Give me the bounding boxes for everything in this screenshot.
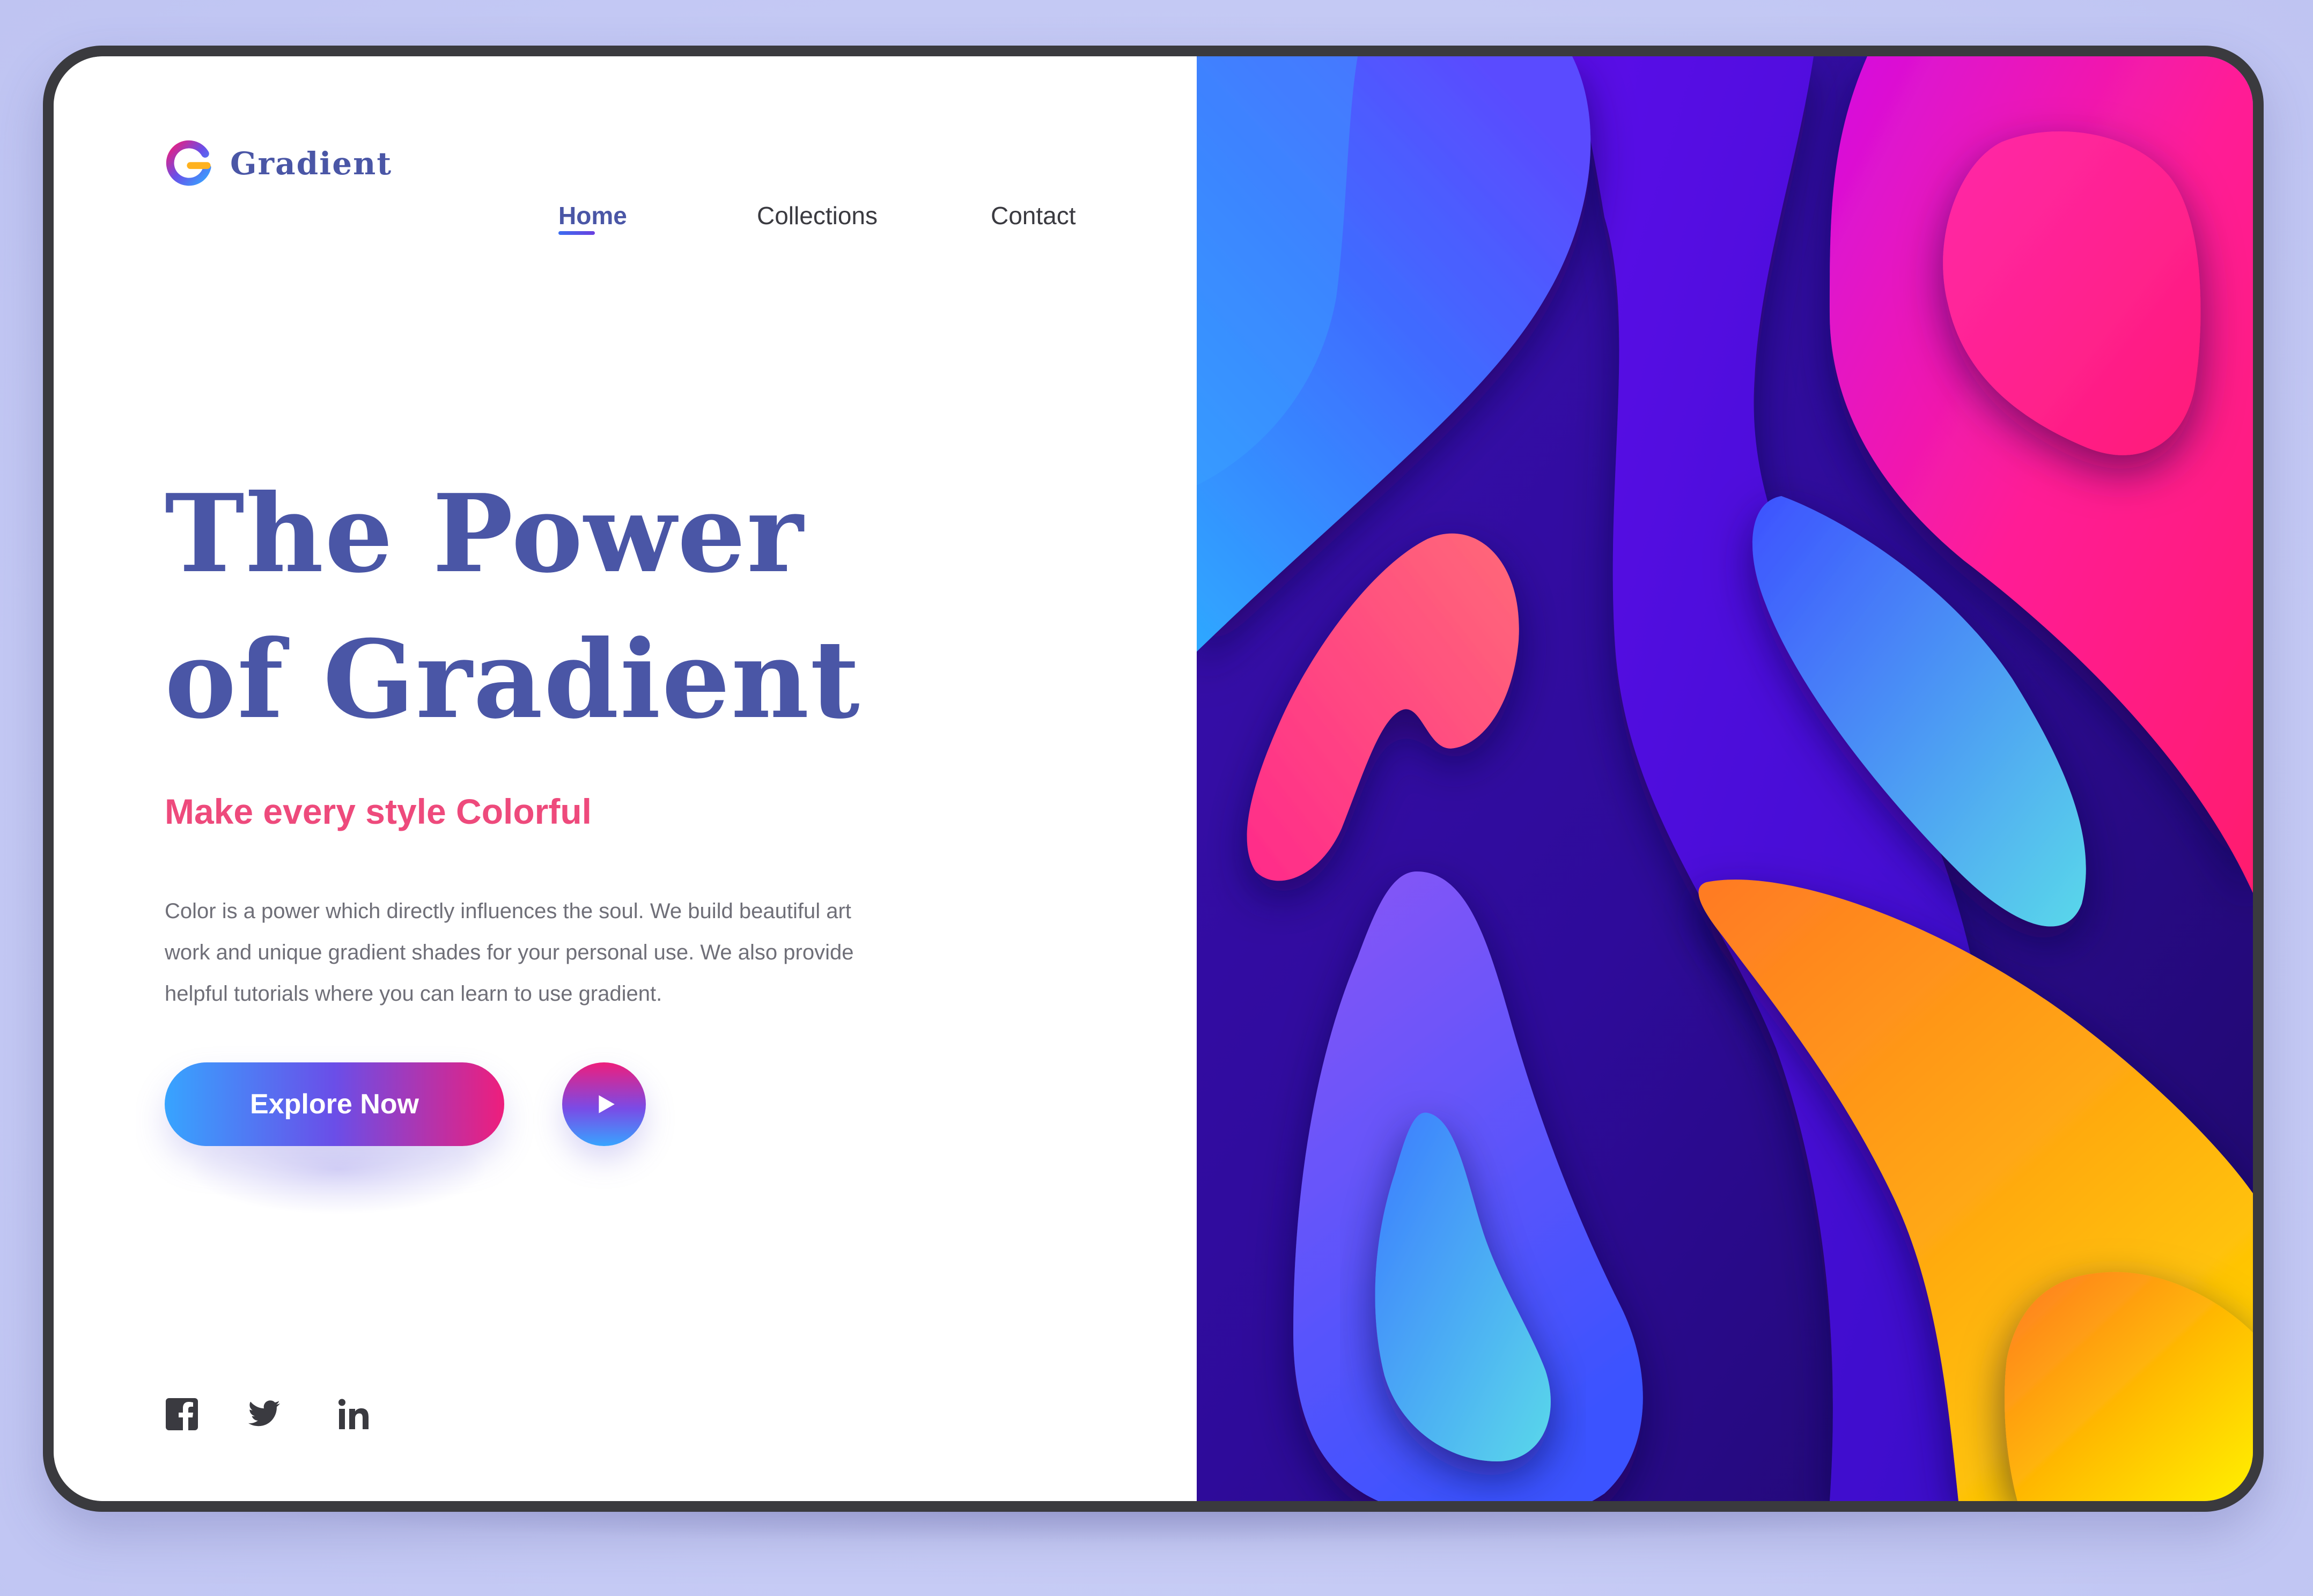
explore-now-button[interactable]: Explore Now — [165, 1062, 504, 1146]
nav-home[interactable]: Home — [558, 201, 627, 230]
content-panel: Gradient Home Collections Contact The Po… — [54, 56, 1197, 1501]
facebook-icon — [166, 1398, 198, 1430]
hero-description-line: helpful tutorials where you can learn to… — [165, 982, 662, 1006]
hero-description: Color is a power which directly influenc… — [165, 891, 948, 1015]
logo-g-icon — [166, 140, 211, 186]
explore-now-label: Explore Now — [250, 1089, 419, 1120]
nav-active-indicator — [558, 231, 595, 235]
abstract-fluid-illustration — [1197, 56, 2253, 1501]
brand-name: Gradient — [230, 145, 393, 182]
twitter-icon — [248, 1400, 280, 1427]
device-frame: Gradient Home Collections Contact The Po… — [43, 46, 2264, 1512]
brand-logo[interactable]: Gradient — [165, 137, 392, 190]
hero-title: The Power of Gradient — [165, 461, 861, 753]
linkedin-link[interactable] — [337, 1397, 371, 1431]
device-screen: Gradient Home Collections Contact The Po… — [54, 56, 2253, 1501]
play-video-button[interactable] — [562, 1062, 646, 1146]
hero-description-line: Color is a power which directly influenc… — [165, 899, 851, 923]
hero-title-line-2: of Gradient — [165, 617, 861, 743]
play-icon — [599, 1095, 615, 1113]
facebook-link[interactable] — [165, 1397, 199, 1431]
linkedin-icon — [338, 1399, 369, 1429]
hero-title-line-1: The Power — [165, 471, 805, 597]
nav-collections[interactable]: Collections — [757, 201, 878, 230]
nav-contact[interactable]: Contact — [991, 201, 1076, 230]
hero-subtitle: Make every style Colorful — [165, 792, 592, 831]
twitter-link[interactable] — [247, 1397, 281, 1431]
hero-description-line: work and unique gradient shades for your… — [165, 941, 854, 964]
gradient-artwork — [1197, 56, 2253, 1501]
